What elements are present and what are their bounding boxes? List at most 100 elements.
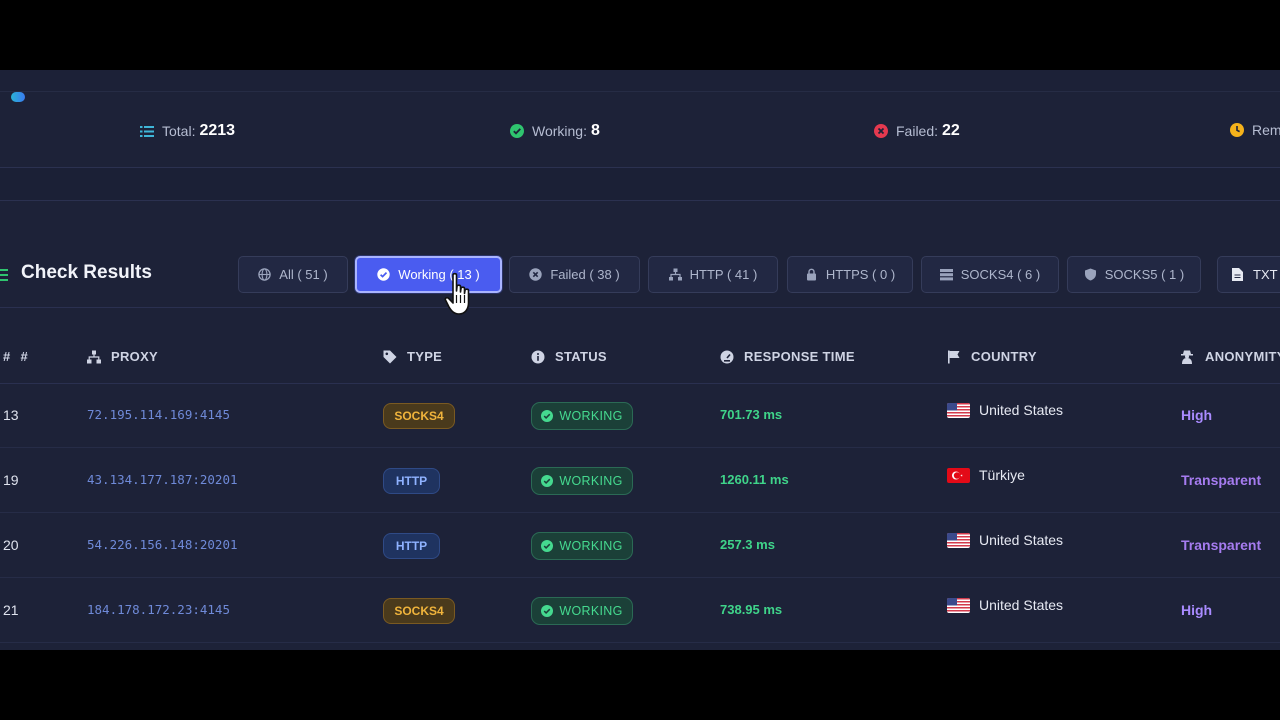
table-row[interactable]: 20 54.226.156.148:20201 HTTP WORKING 257… (0, 513, 1280, 578)
status-badge: WORKING (531, 532, 633, 560)
shield-icon (1084, 268, 1097, 281)
country-name: United States (979, 597, 1064, 613)
stat-failed: Failed: 22 (873, 122, 960, 140)
col-proxy[interactable]: PROXY (87, 349, 158, 364)
stat-working: Working: 8 (509, 122, 600, 140)
list-bars-icon (0, 266, 8, 281)
filter-socks4-button[interactable]: SOCKS4 ( 6 ) (921, 256, 1059, 293)
us-flag-icon (947, 402, 970, 418)
check-circle-icon (541, 605, 554, 617)
response-time: 701.73 ms (720, 407, 783, 422)
flag-icon (947, 350, 961, 364)
top-strip (0, 70, 1280, 92)
status-badge: WORKING (531, 597, 633, 625)
col-response-time[interactable]: RESPONSE TIME (720, 349, 855, 364)
hash-icon: # (3, 349, 11, 364)
table-header: # # PROXY TYPE STATUS RESPONSE TIME COUN… (0, 308, 1280, 384)
export-txt-label: TXT (1253, 267, 1278, 282)
server-icon (939, 268, 953, 281)
us-flag-icon (947, 532, 970, 548)
col-num-label: # (20, 349, 29, 364)
stat-failed-label: Failed: (896, 123, 939, 139)
country-name: United States (979, 402, 1064, 418)
country: Türkiye (947, 467, 1025, 483)
check-circle-icon (541, 410, 554, 422)
type-badge: SOCKS4 (383, 403, 455, 429)
list-icon (139, 124, 154, 139)
results-title-text: Check Results (21, 262, 152, 283)
network-icon (87, 350, 101, 364)
filter-all-button[interactable]: All ( 51 ) (238, 256, 348, 293)
stat-working-label: Working: (532, 123, 587, 139)
table-row[interactable]: 13 72.195.114.169:4145 SOCKS4 WORKING 70… (0, 383, 1280, 448)
check-circle-icon (377, 268, 390, 281)
response-time: 1260.11 ms (720, 472, 789, 487)
filter-http-label: HTTP ( 41 ) (689, 267, 758, 282)
anonymity-level: High (1181, 407, 1213, 423)
anonymity-level: High (1181, 602, 1213, 618)
country: United States (947, 597, 1063, 613)
filter-failed-button[interactable]: Failed ( 38 ) (509, 256, 640, 293)
filter-https-label: HTTPS ( 0 ) (825, 267, 896, 282)
tag-icon (383, 350, 397, 364)
proxy-checker-app: Total: 2213 Working: 8 Failed: 22 Rema (0, 70, 1280, 650)
filter-socks5-button[interactable]: SOCKS5 ( 1 ) (1067, 256, 1201, 293)
stat-total: Total: 2213 (139, 122, 235, 140)
proxy-address[interactable]: 54.226.156.148:20201 (87, 537, 238, 552)
turkey-flag-icon (947, 467, 970, 483)
filter-https-button[interactable]: HTTPS ( 0 ) (787, 256, 913, 293)
table-row[interactable]: 19 43.134.177.187:20201 HTTP WORKING 126… (0, 448, 1280, 513)
col-type-label: TYPE (407, 349, 443, 364)
gauge-icon (720, 350, 734, 364)
filter-failed-label: Failed ( 38 ) (550, 267, 620, 282)
row-number: 20 (3, 537, 19, 553)
status-badge: WORKING (531, 467, 633, 495)
file-icon (1232, 268, 1245, 281)
filter-socks4-label: SOCKS4 ( 6 ) (960, 267, 1041, 282)
stat-remaining-label: Rema (1252, 122, 1280, 138)
network-icon (668, 268, 682, 281)
table-row[interactable]: 21 184.178.172.23:4145 SOCKS4 WORKING 73… (0, 578, 1280, 643)
col-country-label: COUNTRY (971, 349, 1037, 364)
status-text: WORKING (559, 539, 623, 553)
col-type[interactable]: TYPE (383, 349, 442, 364)
status-text: WORKING (559, 474, 623, 488)
row-number: 13 (3, 407, 19, 423)
proxy-address[interactable]: 184.178.172.23:4145 (87, 602, 230, 617)
response-time: 257.3 ms (720, 537, 775, 552)
filter-http-button[interactable]: HTTP ( 41 ) (648, 256, 778, 293)
country: United States (947, 402, 1063, 418)
filter-socks5-label: SOCKS5 ( 1 ) (1104, 267, 1185, 282)
country: United States (947, 532, 1063, 548)
lock-icon (805, 268, 818, 281)
status-text: WORKING (559, 409, 623, 423)
results-header: Check Results All ( 51 ) Working ( 13 ) … (0, 242, 1280, 308)
stat-failed-value: 22 (942, 122, 960, 139)
col-proxy-label: PROXY (111, 349, 159, 364)
col-status-label: STATUS (555, 349, 607, 364)
filter-all-label: All ( 51 ) (279, 267, 328, 282)
response-time: 738.95 ms (720, 602, 783, 617)
col-num[interactable]: # # (3, 349, 28, 364)
proxy-address[interactable]: 43.134.177.187:20201 (87, 472, 238, 487)
col-status[interactable]: STATUS (531, 349, 607, 364)
filter-working-button[interactable]: Working ( 13 ) (355, 256, 502, 293)
check-circle-icon (541, 540, 554, 552)
stats-bar: Total: 2213 Working: 8 Failed: 22 Rema (0, 114, 1280, 150)
us-flag-icon (947, 597, 970, 613)
check-circle-icon (541, 475, 554, 487)
col-anonymity[interactable]: ANONYMITY (1181, 349, 1280, 364)
globe-icon (258, 268, 272, 281)
status-text: WORKING (559, 604, 623, 618)
stat-remaining: Rema (1229, 122, 1280, 138)
clock-icon (1229, 123, 1244, 138)
anonymity-level: Transparent (1181, 472, 1262, 488)
results-title: Check Results (0, 262, 152, 284)
status-badge: WORKING (531, 402, 633, 430)
col-country[interactable]: COUNTRY (947, 349, 1037, 364)
proxy-address[interactable]: 72.195.114.169:4145 (87, 407, 230, 422)
country-name: Türkiye (979, 467, 1025, 483)
export-txt-button[interactable]: TXT (1217, 256, 1280, 293)
row-number: 19 (3, 472, 19, 488)
type-badge: SOCKS4 (383, 598, 455, 624)
